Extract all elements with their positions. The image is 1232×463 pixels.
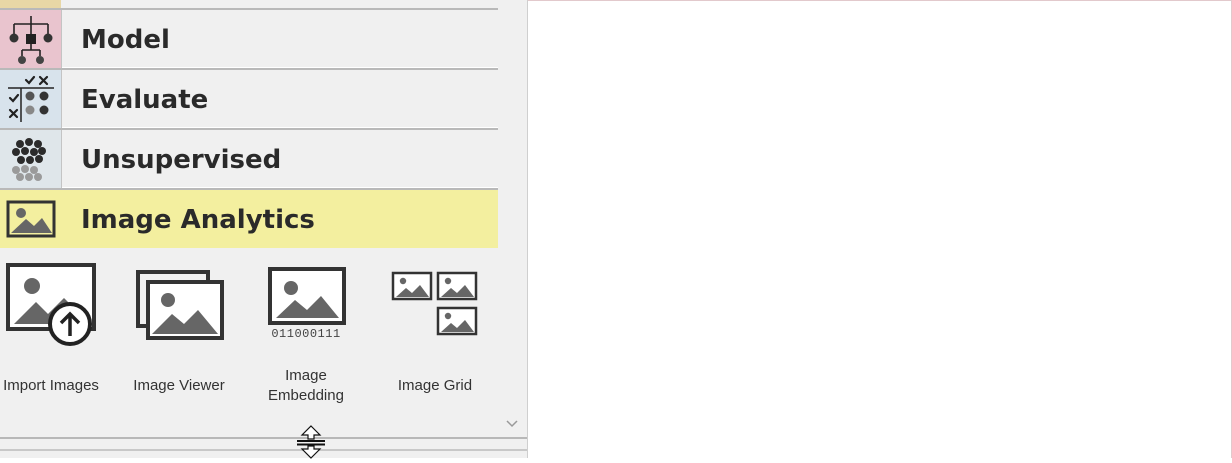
widget-label: Import Images	[3, 377, 99, 394]
widget-image-grid[interactable]: Image Grid	[380, 262, 490, 412]
splitter-divider	[0, 449, 527, 451]
chevron-down-icon[interactable]	[504, 416, 520, 432]
workflow-canvas[interactable]	[528, 0, 1232, 458]
category-label: Evaluate	[81, 85, 209, 115]
model-tree-icon	[0, 10, 62, 68]
import-images-icon	[6, 262, 98, 350]
category-label: Image Analytics	[81, 205, 315, 235]
widget-label-line2: Embedding	[268, 387, 344, 404]
category-image-analytics[interactable]: Image Analytics	[0, 190, 498, 250]
toolbox-panel: Model Evaluate Unsupervised Image Analyt…	[0, 0, 528, 459]
category-label: Model	[81, 25, 170, 55]
widget-label: Image Viewer	[133, 377, 225, 394]
category-label: Unsupervised	[81, 145, 282, 175]
image-grid-icon	[390, 270, 482, 344]
clusters-icon	[0, 130, 62, 188]
category-model[interactable]: Model	[0, 10, 498, 70]
image-icon	[0, 190, 61, 248]
category-evaluate[interactable]: Evaluate	[0, 70, 498, 130]
binary-label: 011000111	[271, 327, 341, 341]
resize-cursor-icon	[294, 425, 328, 459]
image-viewer-icon	[134, 268, 226, 348]
widget-label-line1: Image	[285, 367, 327, 384]
evaluate-checks-icon	[0, 70, 62, 128]
widget-label: Image Grid	[397, 377, 473, 394]
widget-import-images[interactable]: Import Images	[0, 262, 106, 412]
widget-image-viewer[interactable]: Image Viewer	[124, 262, 234, 412]
widget-image-embedding[interactable]: 011000111 Image Embedding	[251, 262, 361, 412]
splitter-handle[interactable]	[0, 437, 527, 439]
category-row-partial[interactable]	[0, 0, 498, 10]
category-unsupervised[interactable]: Unsupervised	[0, 130, 498, 190]
image-embedding-icon	[267, 266, 347, 330]
